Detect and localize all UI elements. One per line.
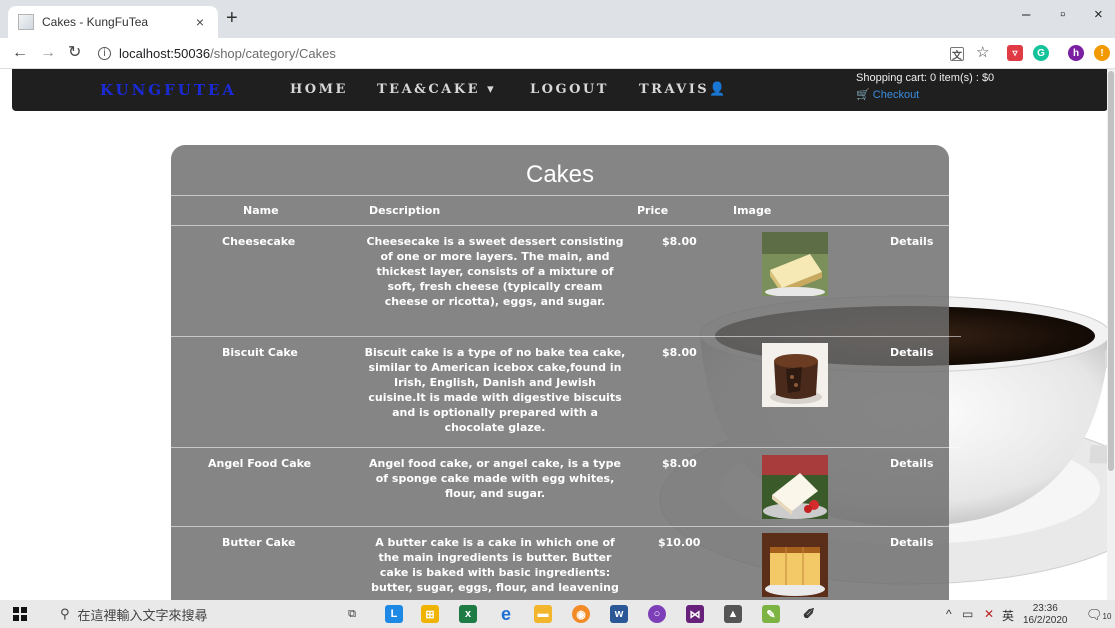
details-link[interactable]: Details [890,535,933,550]
scrollbar-thumb[interactable] [1108,71,1114,471]
notification-center-icon[interactable]: 🗨10 [1086,607,1111,623]
product-name: Butter Cake [222,536,296,549]
new-tab-button[interactable]: + [226,8,238,28]
product-price: $8.00 [662,457,697,470]
windows-start-icon[interactable] [13,607,27,621]
taskbar-search-box[interactable]: ⚲ 在這裡輸入文字來搜尋 [46,600,330,628]
windows-taskbar: ⚲ 在這裡輸入文字來搜尋 ⧉ L ⊞ x e ▬ ◉ w ○ ⋈ ▲ ✎ ✐ ^… [0,600,1115,628]
pocket-extension-icon[interactable]: ▿ [1007,45,1023,61]
product-description: Angel food cake, or angel cake, is a typ… [369,457,621,500]
header-bottom-divider [159,225,961,226]
network-icon[interactable]: ▭ [962,607,973,621]
shopping-cart-summary: Shopping cart: 0 item(s) : $0 [856,72,995,84]
page-scrollbar[interactable] [1107,69,1115,600]
column-header-name: Name [243,204,279,217]
user-icon: 👤 [709,82,728,97]
notification-count: 10 [1102,612,1112,621]
browser-tab[interactable]: Cakes - KungFuTea × [8,6,218,38]
app-l-icon[interactable]: L [385,605,403,623]
back-arrow-icon[interactable]: ← [12,44,28,62]
header-top-divider [159,195,961,196]
product-name: Biscuit Cake [222,346,298,359]
paint-icon[interactable]: ✐ [800,605,818,623]
ime-indicator[interactable]: 英 [1002,607,1014,624]
task-view-icon[interactable]: ⧉ [343,605,361,623]
row-divider [159,336,961,337]
visual-studio-icon[interactable]: ⋈ [686,605,704,623]
bookmark-star-icon[interactable]: ☆ [976,44,989,62]
grammarly-extension-icon[interactable]: G [1033,45,1049,61]
column-header-description: Description [369,204,441,217]
details-link[interactable]: Details [890,234,933,249]
nav-home[interactable]: HOME [290,82,348,97]
site-info-icon[interactable]: i [98,46,111,60]
app-circle-icon[interactable]: ○ [648,605,666,623]
category-title: Cakes [525,161,595,188]
search-icon: ⚲ [60,606,70,622]
product-description: Biscuit cake is a type of no bake tea ca… [364,346,626,434]
restore-button[interactable]: ▫ [1060,6,1065,23]
product-price: $8.00 [662,235,697,248]
cheesecake-image [762,232,828,296]
product-price: $10.00 [658,536,701,549]
forward-arrow-icon[interactable]: → [40,44,56,62]
product-description: A butter cake is a cake in which one of … [371,536,619,594]
browser-tab-strip: Cakes - KungFuTea × + – ▫ × [0,0,1115,38]
column-header-price: Price [637,204,669,217]
reload-icon[interactable]: ↻ [68,44,81,62]
taskbar-search-placeholder: 在這裡輸入文字來搜尋 [77,607,208,623]
update-alert-icon[interactable]: ! [1094,45,1110,61]
product-name: Cheesecake [222,235,296,248]
cart-icon: 🛒 [856,89,870,101]
column-header-image: Image [733,204,772,217]
address-bar[interactable]: i localhost:50036 /shop/category/Cakes [98,41,943,65]
product-price: $8.00 [662,346,697,359]
nav-logout[interactable]: LOGOUT [530,82,609,97]
clock-date: 16/2/2020 [1023,615,1068,626]
angel-food-cake-image [762,455,828,519]
site-navbar: KUNGFUTEA HOME TEA&CAKE ▾ LOGOUT TRAVIS👤… [12,69,1108,111]
profile-avatar[interactable]: h [1068,45,1084,61]
excel-icon[interactable]: x [459,605,477,623]
edge-icon[interactable]: e [497,604,515,624]
row-divider [159,526,961,527]
word-icon[interactable]: w [610,605,628,623]
brand-logo[interactable]: KUNGFUTEA [100,81,237,99]
tray-expand-icon[interactable]: ^ [946,607,952,621]
close-window-button[interactable]: × [1094,6,1103,23]
nav-user-label: TRAVIS [639,82,710,97]
page-favicon-icon [18,14,34,30]
nav-user[interactable]: TRAVIS👤 [639,82,728,97]
translate-icon[interactable]: 文 [950,47,964,62]
chrome-icon[interactable]: ◉ [572,605,590,623]
browser-toolbar: ← → ↻ i localhost:50036 /shop/category/C… [0,38,1115,69]
row-divider [159,447,961,448]
checkout-label: Checkout [872,89,920,101]
url-host: localhost:50036 [119,45,211,61]
product-name: Angel Food Cake [208,457,312,470]
tab-title: Cakes - KungFuTea [42,15,149,29]
url-path: /shop/category/Cakes [210,45,336,61]
butter-cake-image [762,533,828,597]
notepad-icon[interactable]: ✎ [762,605,780,623]
system-clock[interactable]: 23:36 16/2/2020 [1023,603,1068,627]
minimize-button[interactable]: – [1022,6,1030,23]
checkout-link[interactable]: 🛒 Checkout [856,88,919,101]
file-explorer-icon[interactable]: ▬ [534,605,552,623]
nav-tea-cake-dropdown[interactable]: TEA&CAKE ▾ [377,82,496,97]
photos-icon[interactable]: ▲ [724,605,742,623]
volume-muted-icon[interactable]: ✕ [984,607,994,621]
clock-time: 23:36 [1032,603,1058,614]
tab-close-icon[interactable]: × [192,14,208,30]
details-link[interactable]: Details [890,456,933,471]
page-viewport: KUNGFUTEA HOME TEA&CAKE ▾ LOGOUT TRAVIS👤… [0,69,1115,600]
product-description: Cheesecake is a sweet dessert consisting… [366,235,624,308]
details-link[interactable]: Details [890,345,933,360]
biscuit-cake-image [762,343,828,407]
store-icon[interactable]: ⊞ [421,605,439,623]
